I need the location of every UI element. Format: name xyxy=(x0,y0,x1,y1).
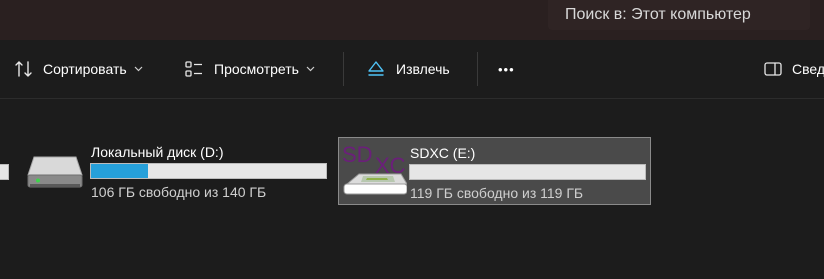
drive-name: SDXC (E:) xyxy=(410,145,476,161)
partial-usage-bar xyxy=(0,164,9,180)
more-icon: ••• xyxy=(498,61,515,77)
title-area: Поиск в: Этот компьютер xyxy=(0,0,824,40)
toolbar-separator xyxy=(477,52,478,86)
command-bar: Сортировать Просмотреть Извлечь ••• Свед xyxy=(0,40,824,99)
sort-button[interactable]: Сортировать xyxy=(14,40,143,98)
view-button[interactable]: Просмотреть xyxy=(184,40,315,98)
usage-bar-fill xyxy=(91,164,149,178)
drives-view: Локальный диск (D:) 106 ГБ свободно из 1… xyxy=(0,99,824,279)
view-label: Просмотреть xyxy=(214,61,299,77)
sort-label: Сортировать xyxy=(43,61,127,77)
sort-icon xyxy=(14,59,34,79)
eject-button[interactable]: Извлечь xyxy=(366,40,450,98)
toolbar-separator xyxy=(343,52,344,86)
drive-free-space: 119 ГБ свободно из 119 ГБ xyxy=(410,185,584,201)
eject-icon xyxy=(366,59,386,79)
drive-name: Локальный диск (D:) xyxy=(91,144,224,160)
chevron-down-icon xyxy=(306,66,315,72)
search-box[interactable]: Поиск в: Этот компьютер xyxy=(548,0,810,30)
drive-item-e[interactable]: SD XC SDXC (E:) 119 ГБ свободно из 119 Г… xyxy=(338,137,651,205)
usage-bar xyxy=(90,163,327,179)
drive-item-d[interactable]: Локальный диск (D:) 106 ГБ свободно из 1… xyxy=(22,137,332,205)
details-label: Свед xyxy=(792,61,824,77)
svg-text:SD: SD xyxy=(342,142,373,167)
eject-label: Извлечь xyxy=(396,61,450,77)
details-pane-icon xyxy=(764,61,782,77)
sd-card-icon: SD XC xyxy=(341,140,408,202)
chevron-down-icon xyxy=(134,66,143,72)
details-pane-button[interactable]: Свед xyxy=(764,40,824,98)
hard-drive-icon xyxy=(26,155,84,194)
view-icon xyxy=(184,59,204,79)
drive-free-space: 106 ГБ свободно из 140 ГБ xyxy=(91,184,267,200)
usage-bar xyxy=(409,164,646,180)
search-placeholder: Поиск в: Этот компьютер xyxy=(565,6,751,23)
more-options-button[interactable]: ••• xyxy=(498,40,515,98)
